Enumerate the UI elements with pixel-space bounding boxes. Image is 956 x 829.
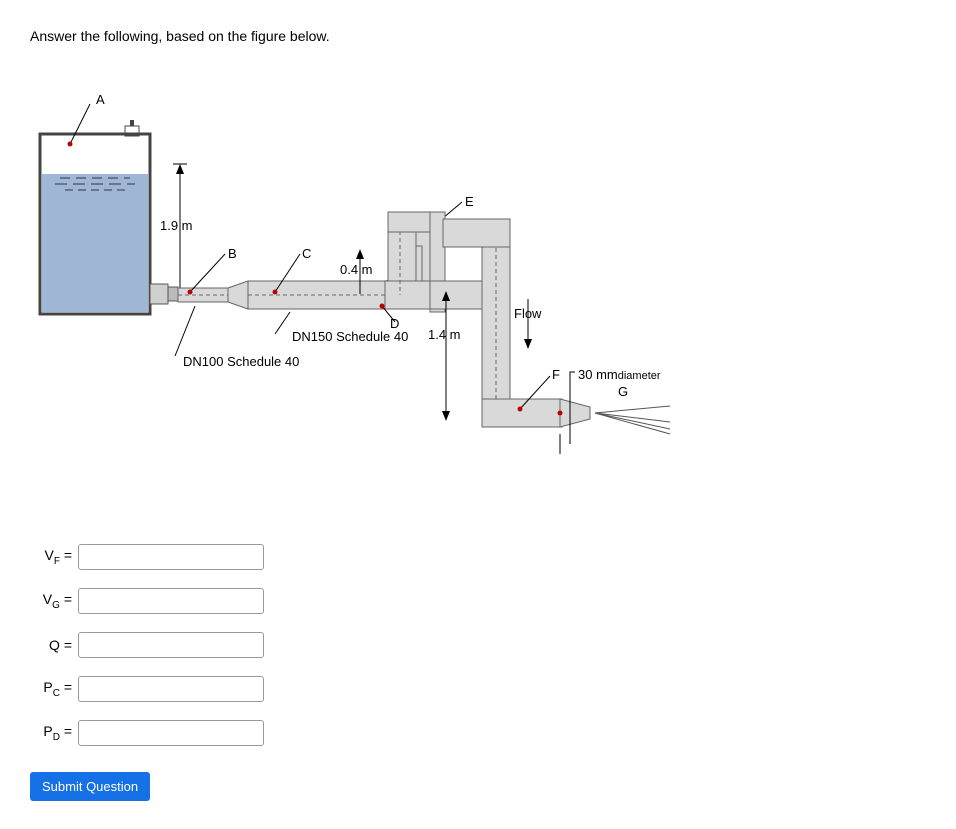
label-vf: VF =: [30, 547, 72, 567]
label-dn100: DN100 Schedule 40: [183, 354, 299, 369]
row-pc: PC =: [30, 676, 926, 702]
label-vg: VG =: [30, 591, 72, 611]
label-pc: PC =: [30, 679, 72, 699]
label-dn150: DN150 Schedule 40: [292, 329, 408, 344]
row-pd: PD =: [30, 720, 926, 746]
label-04m: 0.4 m: [340, 262, 373, 277]
label-pd: PD =: [30, 723, 72, 743]
input-vf[interactable]: [78, 544, 264, 570]
label-19m: 1.9 m: [160, 218, 193, 233]
row-vg: VG =: [30, 588, 926, 614]
question-text: Answer the following, based on the figur…: [30, 28, 926, 44]
row-vf: VF =: [30, 544, 926, 570]
input-pc[interactable]: [78, 676, 264, 702]
label-e: E: [465, 194, 474, 209]
submit-button[interactable]: Submit Question: [30, 772, 150, 801]
input-vg[interactable]: [78, 588, 264, 614]
label-f: F: [552, 367, 560, 382]
answers-block: VF = VG = Q = PC = PD = Submit Question: [30, 544, 926, 801]
label-diameter: 30 mmdiameter: [578, 367, 661, 382]
figure: A 1.9 m B C 0.4 m D E DN150 Schedule 40 …: [30, 74, 730, 444]
label-a: A: [96, 92, 105, 107]
label-b: B: [228, 246, 237, 261]
label-g: G: [618, 384, 628, 399]
input-q[interactable]: [78, 632, 264, 658]
label-flow: Flow: [514, 306, 541, 321]
row-q: Q =: [30, 632, 926, 658]
input-pd[interactable]: [78, 720, 264, 746]
label-c: C: [302, 246, 311, 261]
label-14m: 1.4 m: [428, 327, 461, 342]
label-q: Q =: [30, 637, 72, 653]
